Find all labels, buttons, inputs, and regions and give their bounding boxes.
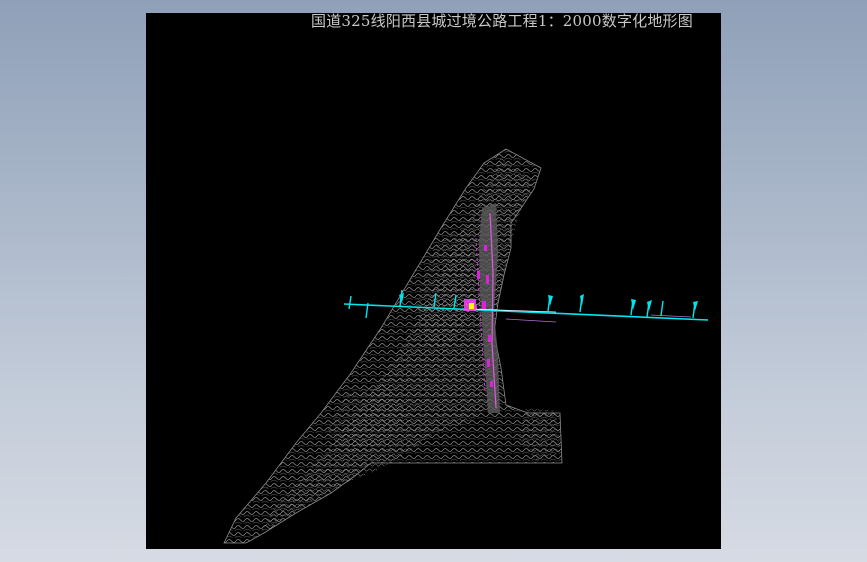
terrain-contours <box>223 148 563 544</box>
cad-drawing-viewport[interactable]: 国道325线阳西县城过境公路工程1：2000数字化地形图 <box>146 13 721 549</box>
topographic-map <box>223 148 709 544</box>
